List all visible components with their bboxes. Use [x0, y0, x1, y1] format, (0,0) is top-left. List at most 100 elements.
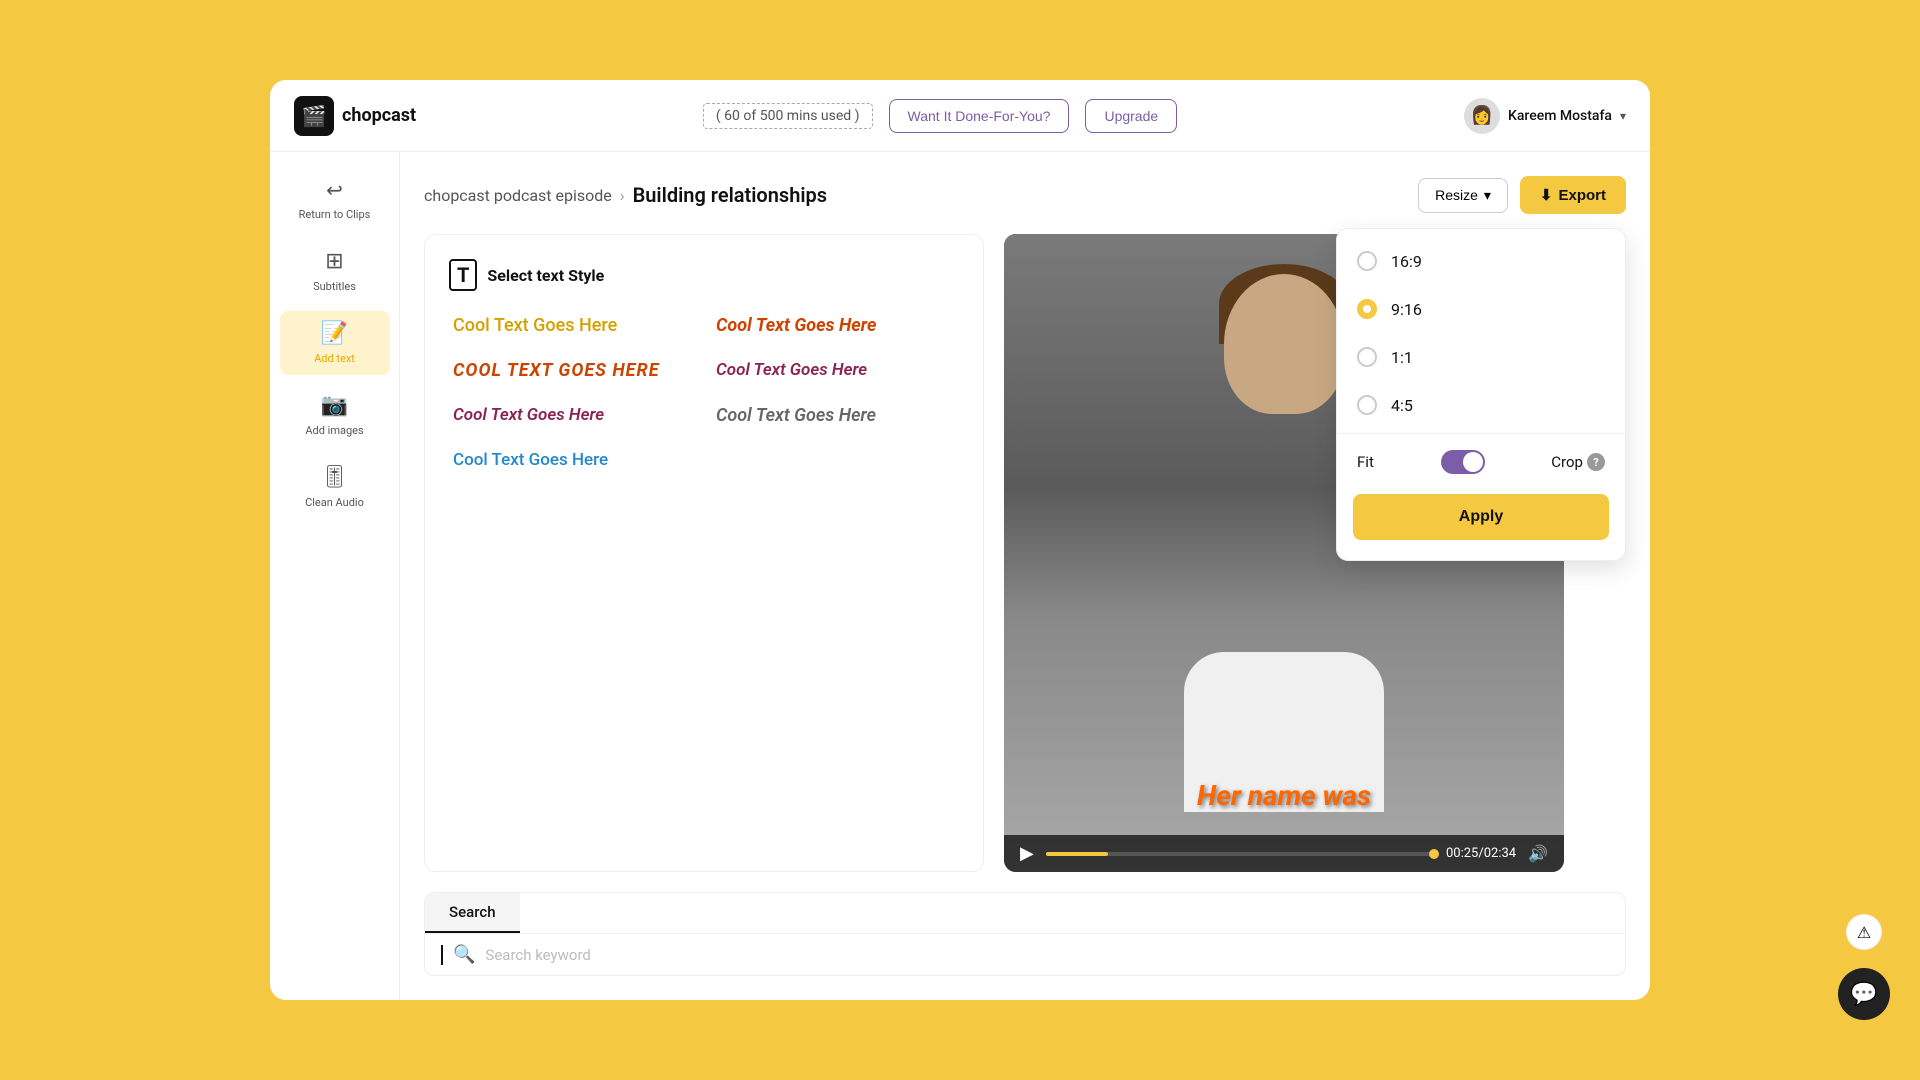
radio-16-9: [1357, 251, 1377, 271]
alert-icon: ⚠: [1857, 923, 1871, 942]
search-input[interactable]: Search keyword: [485, 946, 590, 964]
sidebar-item-add-images[interactable]: 📷 Add images: [280, 383, 390, 447]
breadcrumb-parent: chopcast podcast episode: [424, 186, 612, 205]
resize-label-9-16: 9:16: [1391, 300, 1422, 319]
resize-label-1-1: 1:1: [1391, 348, 1413, 367]
add-images-label: Add images: [305, 424, 363, 437]
play-button[interactable]: ▶: [1020, 843, 1034, 864]
upgrade-button[interactable]: Upgrade: [1085, 99, 1177, 133]
crop-label: Crop ?: [1551, 453, 1605, 471]
top-bar-middle: ( 60 of 500 mins used ) Want It Done-For…: [432, 99, 1448, 133]
text-styles-grid: Cool Text Goes Here Cool Text Goes Here …: [449, 311, 959, 474]
add-text-icon: 📝: [321, 321, 348, 346]
fit-crop-row: Fit Crop ?: [1337, 438, 1625, 486]
fit-toggle[interactable]: [1441, 450, 1485, 474]
export-label: Export: [1558, 187, 1606, 204]
text-style-panel: T Select text Style Cool Text Goes Here …: [424, 234, 984, 872]
sidebar-item-subtitles[interactable]: ⊞ Subtitles: [280, 239, 390, 303]
subtitles-label: Subtitles: [313, 280, 356, 293]
alert-button[interactable]: ⚠: [1846, 914, 1882, 950]
export-button[interactable]: ⬇ Export: [1520, 176, 1626, 214]
search-tab[interactable]: Search: [425, 893, 520, 933]
export-icon: ⬇: [1540, 186, 1553, 204]
text-icon: T: [449, 259, 477, 291]
panel-header: T Select text Style: [449, 259, 959, 291]
search-section: Search 🔍 Search keyword: [424, 892, 1626, 976]
breadcrumb-separator: ›: [620, 186, 625, 205]
logo: 🎬 chopcast: [294, 96, 416, 136]
app-name: chopcast: [342, 105, 416, 126]
toggle-knob: [1463, 452, 1483, 472]
top-bar-right: 👩 Kareem Mostafa ▾: [1464, 98, 1626, 134]
video-time: 00:25/02:34: [1446, 846, 1516, 861]
want-done-button[interactable]: Want It Done-For-You?: [889, 99, 1070, 133]
video-progress-bar: ▶ 00:25/02:34 🔊: [1004, 835, 1564, 872]
search-cursor: [441, 945, 443, 965]
text-style-option-4[interactable]: Cool Text Goes Here: [449, 446, 696, 474]
top-bar: 🎬 chopcast ( 60 of 500 mins used ) Want …: [270, 80, 1650, 152]
add-images-icon: 📷: [321, 393, 348, 418]
clean-audio-icon: 🎚: [321, 465, 349, 490]
avatar: 👩: [1464, 98, 1500, 134]
fit-label: Fit: [1357, 453, 1374, 471]
resize-chevron-icon: ▾: [1484, 187, 1491, 204]
clean-audio-label: Clean Audio: [305, 496, 364, 509]
text-style-option-2[interactable]: COOL TEXT GOES HERE: [449, 356, 696, 385]
search-icon: 🔍: [453, 944, 475, 965]
sidebar-item-add-text[interactable]: 📝 Add text: [280, 311, 390, 375]
return-label: Return to Clips: [299, 208, 371, 221]
content-area: chopcast podcast episode › Building rela…: [400, 152, 1650, 1000]
user-area[interactable]: 👩 Kareem Mostafa ▾: [1464, 98, 1626, 134]
subtitles-icon: ⊞: [325, 249, 343, 274]
usage-text: ( 60 of 500 mins used ): [703, 103, 873, 129]
resize-label: Resize: [1435, 187, 1478, 203]
resize-label-16-9: 16:9: [1391, 252, 1422, 271]
radio-4-5: [1357, 395, 1377, 415]
text-style-label-6: Cool Text Goes Here: [716, 405, 876, 426]
resize-dropdown: 16:9 9:16 1:1: [1336, 228, 1626, 561]
text-style-label-3b: Cool Text Goes Here: [453, 405, 604, 425]
sidebar: ↩ Return to Clips ⊞ Subtitles 📝 Add text…: [270, 152, 400, 1000]
text-style-option-6[interactable]: Cool Text Goes Here: [712, 401, 959, 430]
volume-button[interactable]: 🔊: [1528, 844, 1548, 863]
apply-button[interactable]: Apply: [1353, 494, 1609, 540]
resize-option-9-16[interactable]: 9:16: [1337, 285, 1625, 333]
progress-bar[interactable]: [1046, 852, 1434, 856]
text-style-option-3[interactable]: Cool Text Goes Here: [712, 356, 959, 385]
top-section: chopcast podcast episode › Building rela…: [424, 176, 1626, 214]
logo-icon: 🎬: [294, 96, 334, 136]
main-layout: ↩ Return to Clips ⊞ Subtitles 📝 Add text…: [270, 152, 1650, 1000]
dropdown-divider: [1337, 433, 1625, 434]
sidebar-item-clean-audio[interactable]: 🎚 Clean Audio: [280, 455, 390, 519]
resize-option-16-9[interactable]: 16:9: [1337, 237, 1625, 285]
text-style-option-3b[interactable]: Cool Text Goes Here: [449, 401, 696, 430]
resize-label-4-5: 4:5: [1391, 396, 1413, 415]
search-bar-container: Search 🔍 Search keyword: [424, 892, 1626, 976]
sidebar-return[interactable]: ↩ Return to Clips: [280, 168, 390, 231]
radio-inner-9-16: [1363, 305, 1371, 313]
resize-button[interactable]: Resize ▾: [1418, 178, 1508, 213]
toolbar-right: Resize ▾ ⬇ Export 16:9: [1418, 176, 1626, 214]
breadcrumb: chopcast podcast episode › Building rela…: [424, 183, 827, 207]
user-name: Kareem Mostafa: [1508, 108, 1612, 124]
help-icon[interactable]: ?: [1587, 453, 1605, 471]
progress-fill: [1046, 852, 1108, 856]
resize-option-1-1[interactable]: 1:1: [1337, 333, 1625, 381]
person-head: [1224, 274, 1344, 414]
progress-dot: [1429, 849, 1439, 859]
resize-option-4-5[interactable]: 4:5: [1337, 381, 1625, 429]
chat-icon: 💬: [1850, 982, 1877, 1007]
text-style-option-5[interactable]: Cool Text Goes Here: [712, 311, 959, 340]
radio-1-1: [1357, 347, 1377, 367]
return-icon: ↩: [326, 178, 343, 202]
panel-header-label: Select text Style: [487, 266, 604, 285]
chat-support-button[interactable]: 💬: [1838, 968, 1890, 1020]
text-style-label-5: Cool Text Goes Here: [716, 315, 876, 336]
add-text-label: Add text: [314, 352, 355, 365]
text-style-option-1[interactable]: Cool Text Goes Here: [449, 311, 696, 340]
search-input-row: 🔍 Search keyword: [425, 933, 1625, 975]
video-subtitle: Her name was: [1197, 779, 1371, 812]
text-style-label-4: Cool Text Goes Here: [453, 450, 608, 470]
breadcrumb-current: Building relationships: [633, 183, 828, 207]
text-style-label-2: COOL TEXT GOES HERE: [453, 360, 660, 381]
